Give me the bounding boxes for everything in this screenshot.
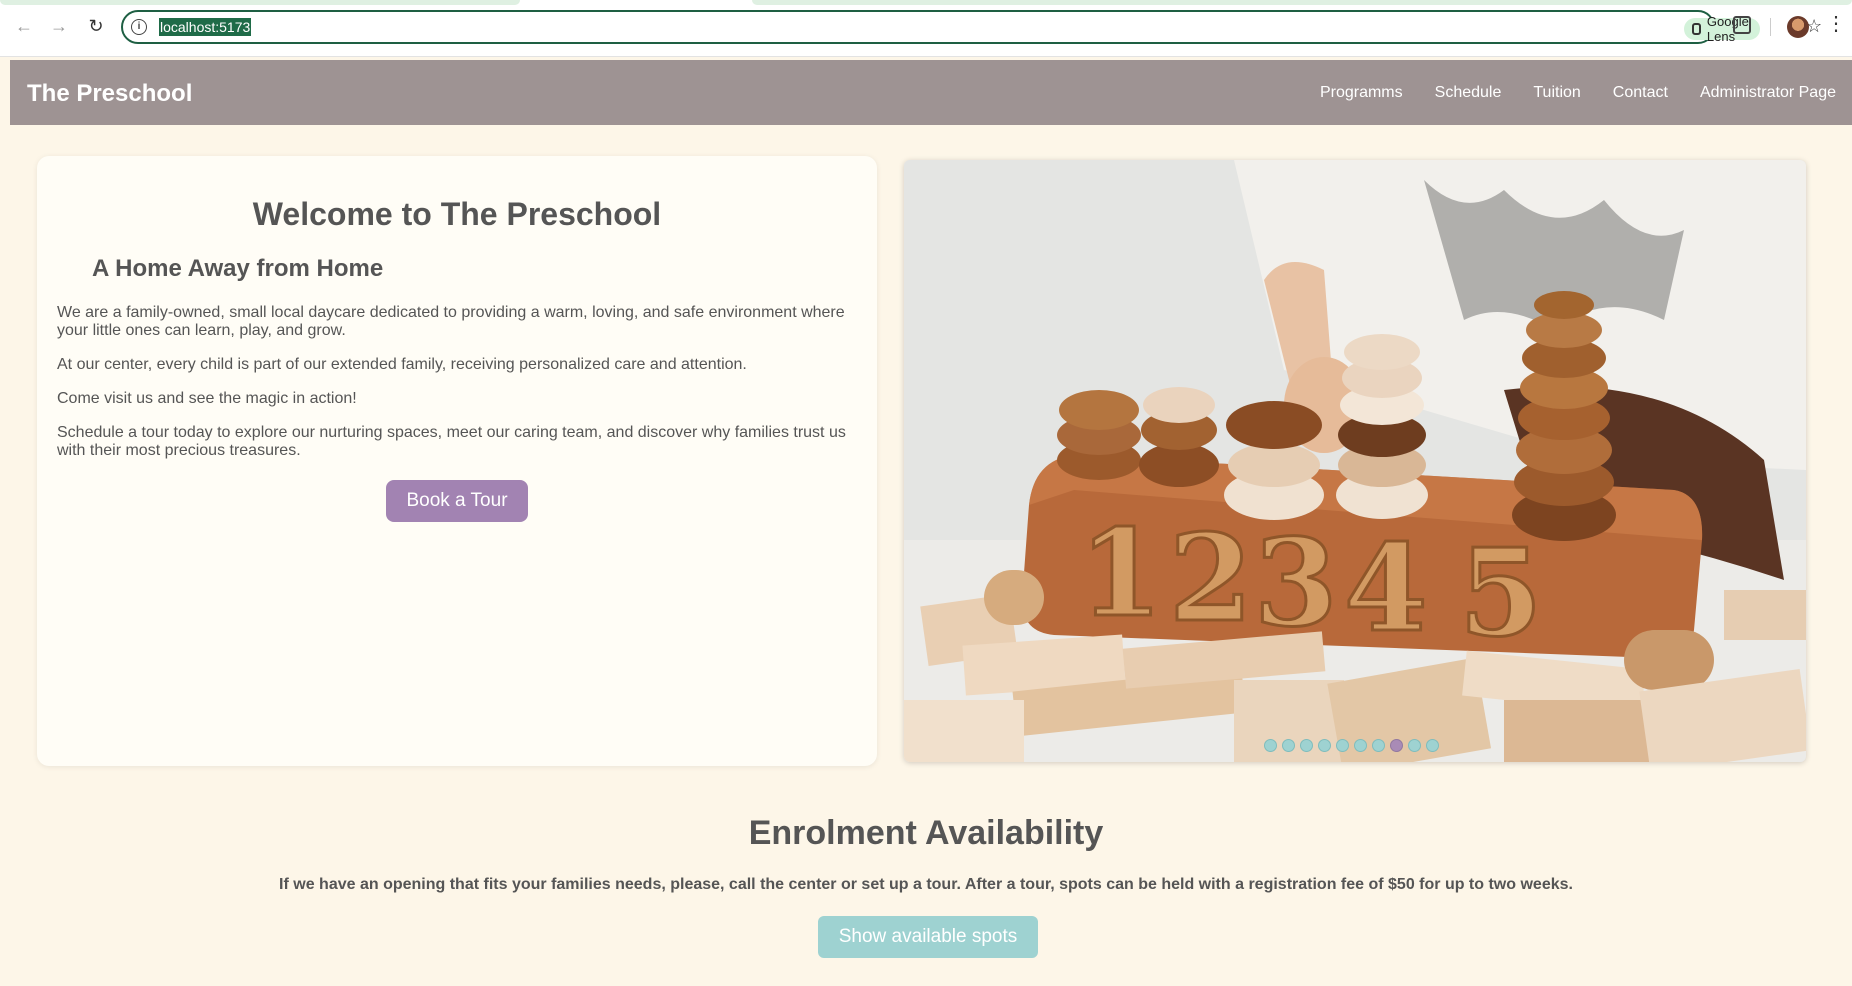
nav-link-administrator[interactable]: Administrator Page xyxy=(1684,84,1852,102)
show-available-spots-button[interactable]: Show available spots xyxy=(818,916,1038,958)
carousel-indicators xyxy=(1264,739,1439,752)
back-icon[interactable]: ← xyxy=(12,14,36,38)
nav-links: Programms Schedule Tuition Contact Admin… xyxy=(1304,84,1852,102)
carousel-digit: 1 xyxy=(1079,503,1163,644)
profile-avatar[interactable] xyxy=(1787,16,1809,38)
reload-icon[interactable]: ↻ xyxy=(84,14,108,38)
nav-link-tuition[interactable]: Tuition xyxy=(1517,84,1596,102)
extensions-icon[interactable] xyxy=(1733,16,1751,34)
carousel-dot[interactable] xyxy=(1408,739,1421,752)
carousel-dot[interactable] xyxy=(1300,739,1313,752)
browser-toolbar: ← → ↻ i localhost:5173 Google Lens ☆ ⋮ xyxy=(0,0,1852,57)
carousel-digit: 3 xyxy=(1254,513,1338,654)
lens-icon xyxy=(1692,23,1701,35)
carousel-dot[interactable] xyxy=(1282,739,1295,752)
enrolment-text: If we have an opening that fits your fam… xyxy=(279,876,1573,893)
url-text[interactable]: localhost:5173 xyxy=(159,18,252,36)
brand-logo-text[interactable]: The Preschool xyxy=(27,80,192,108)
carousel-dot[interactable] xyxy=(1318,739,1331,752)
forward-icon[interactable]: → xyxy=(47,14,71,38)
carousel-dot[interactable] xyxy=(1354,739,1367,752)
welcome-paragraph: We are a family-owned, small local dayca… xyxy=(57,304,845,339)
welcome-paragraph: Come visit us and see the magic in actio… xyxy=(57,390,357,407)
tab-strip-edge xyxy=(752,0,1852,5)
welcome-subtitle: A Home Away from Home xyxy=(92,255,384,282)
carousel-dot[interactable] xyxy=(1264,739,1277,752)
toolbar-divider xyxy=(1770,18,1771,36)
welcome-paragraph: Schedule a tour today to explore our nur… xyxy=(57,424,846,459)
carousel-slide-image: 1 2 3 4 5 xyxy=(904,160,1806,762)
carousel-dot-active[interactable] xyxy=(1390,739,1403,752)
site-navbar: The Preschool Programms Schedule Tuition… xyxy=(10,60,1852,125)
address-bar[interactable]: i localhost:5173 Google Lens ☆ xyxy=(121,10,1822,44)
carousel-digit: 4 xyxy=(1344,518,1428,659)
menu-icon[interactable]: ⋮ xyxy=(1826,14,1846,34)
tab-strip-edge xyxy=(0,0,520,5)
image-carousel[interactable]: 1 2 3 4 5 xyxy=(904,160,1806,762)
carousel-dot[interactable] xyxy=(1336,739,1349,752)
carousel-dot[interactable] xyxy=(1372,739,1385,752)
nav-link-schedule[interactable]: Schedule xyxy=(1419,84,1518,102)
site-info-icon[interactable]: i xyxy=(131,19,147,35)
nav-link-contact[interactable]: Contact xyxy=(1597,84,1684,102)
carousel-digit: 5 xyxy=(1459,523,1543,664)
book-tour-button[interactable]: Book a Tour xyxy=(386,480,528,522)
welcome-card: Welcome to The Preschool A Home Away fro… xyxy=(37,156,877,766)
carousel-digit: 2 xyxy=(1169,508,1253,649)
carousel-dot[interactable] xyxy=(1426,739,1439,752)
welcome-paragraph: At our center, every child is part of ou… xyxy=(57,356,747,373)
welcome-title: Welcome to The Preschool xyxy=(252,196,662,232)
nav-link-programms[interactable]: Programms xyxy=(1304,84,1419,102)
enrolment-title: Enrolment Availability xyxy=(748,814,1104,852)
